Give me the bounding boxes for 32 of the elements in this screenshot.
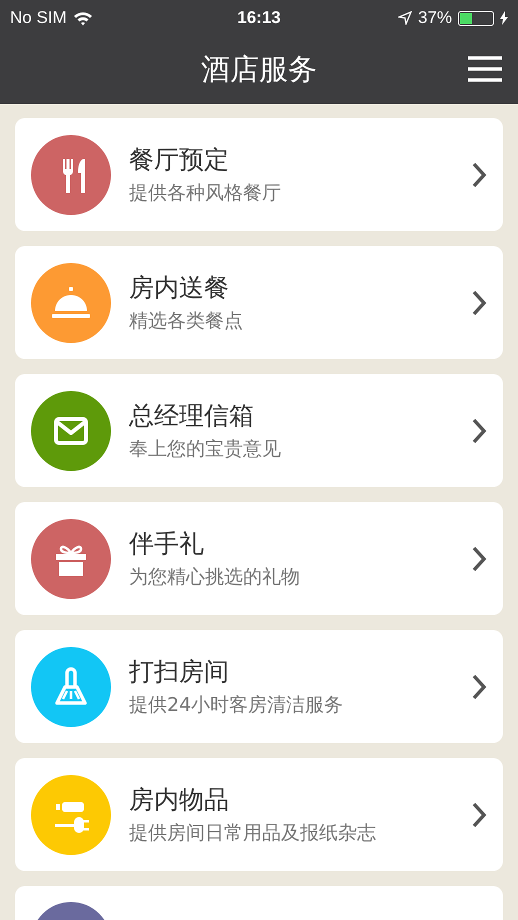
- service-card[interactable]: 房内送餐 精选各类餐点: [15, 246, 503, 359]
- service-title: 房内送餐: [129, 272, 230, 304]
- service-title: 房内物品: [129, 784, 230, 816]
- service-card[interactable]: 总经理信箱 奉上您的宝贵意见: [15, 374, 503, 487]
- chevron-icon: [471, 544, 487, 572]
- service-subtitle: 为您精心挑选的礼物: [129, 565, 301, 590]
- service-subtitle: 奉上您的宝贵意见: [129, 437, 282, 462]
- chevron-icon: [471, 800, 487, 828]
- wifi-icon: [72, 10, 93, 26]
- service-card[interactable]: 伴手礼 为您精心挑选的礼物: [15, 502, 503, 615]
- service-subtitle: 提供各种风格餐厅: [129, 181, 282, 206]
- service-title: 总经理信箱: [129, 400, 255, 432]
- service-title: 餐厅预定: [129, 144, 230, 176]
- service-card[interactable]: 打扫房间 提供24小时客房清洁服务: [15, 630, 503, 743]
- chevron-icon: [471, 288, 487, 316]
- chevron-icon: [471, 416, 487, 444]
- service-subtitle: 提供24小时客房清洁服务: [129, 693, 344, 718]
- chevron-icon: [471, 672, 487, 700]
- battery-percent: 37%: [418, 8, 452, 28]
- service-title: 伴手礼: [129, 528, 205, 560]
- battery-icon: [458, 10, 494, 26]
- chevron-icon: [471, 160, 487, 188]
- service-card[interactable]: 餐厅预定 提供各种风格餐厅: [15, 118, 503, 231]
- carrier-text: No SIM: [10, 8, 67, 28]
- service-subtitle: 提供房间日常用品及报纸杂志: [129, 821, 377, 846]
- clock-text: 16:13: [237, 8, 281, 28]
- menu-icon[interactable]: [468, 56, 502, 82]
- location-arrow-icon: [398, 11, 412, 25]
- page-title: 酒店服务: [201, 51, 317, 88]
- service-card[interactable]: 房内物品 提供房间日常用品及报纸杂志: [15, 758, 503, 871]
- service-subtitle: 精选各类餐点: [129, 309, 244, 334]
- service-title: 打扫房间: [129, 656, 230, 688]
